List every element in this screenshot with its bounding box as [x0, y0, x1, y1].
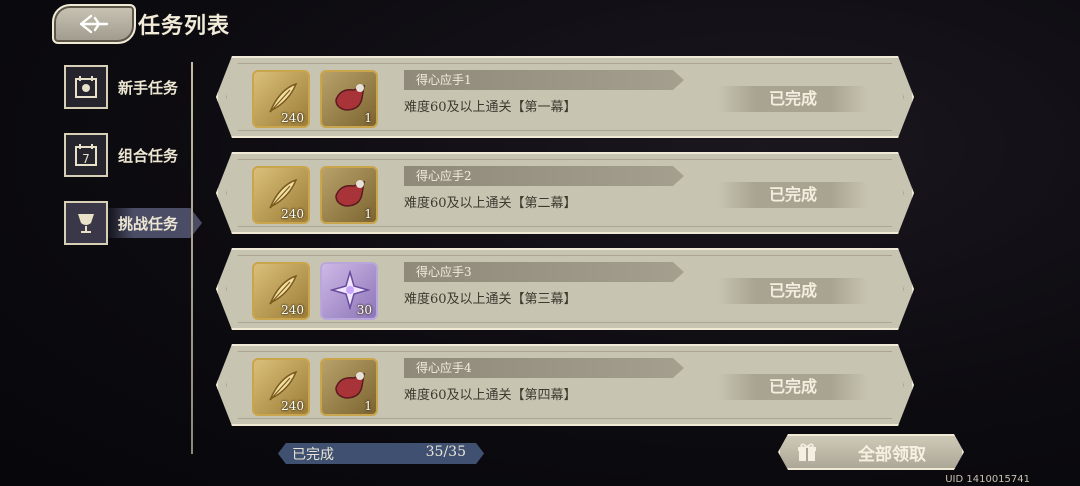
reward-count: 240 — [281, 399, 304, 413]
user-id-label: UID 1410015741 — [945, 474, 1030, 485]
reward-slot[interactable]: 1 — [320, 70, 378, 128]
reward-slot[interactable]: 30 — [320, 262, 378, 320]
sidebar-divider — [191, 62, 193, 454]
sidebar-item-combo-tasks[interactable]: 7 组合任务 — [64, 132, 204, 178]
task-description: 难度60及以上通关【第一幕】 — [404, 100, 577, 115]
claim-all-label: 全部领取 — [858, 444, 926, 465]
progress-count: 35/35 — [425, 444, 466, 460]
task-name: 得心应手1 — [404, 70, 684, 90]
calendar-sun-icon — [64, 65, 108, 109]
task-card: 240 30 得心应手3 难度60及以上通关【第三幕】 已完成 — [216, 248, 914, 330]
task-description: 难度60及以上通关【第四幕】 — [404, 388, 577, 403]
reward-slot[interactable]: 1 — [320, 166, 378, 224]
gift-icon — [796, 441, 818, 463]
task-description: 难度60及以上通关【第三幕】 — [404, 292, 577, 307]
sidebar-item-label: 组合任务 — [118, 146, 179, 165]
sidebar-item-label: 新手任务 — [118, 78, 179, 97]
task-status-completed: 已完成 — [718, 182, 868, 208]
task-status-completed: 已完成 — [718, 278, 868, 304]
task-card: 240 1 得心应手2 难度60及以上通关【第二幕】 已完成 — [216, 152, 914, 234]
reward-count: 240 — [281, 111, 304, 125]
sidebar-item-label: 挑战任务 — [118, 214, 179, 233]
svg-text:7: 7 — [82, 152, 90, 166]
back-button[interactable] — [52, 4, 136, 44]
task-name: 得心应手4 — [404, 358, 684, 378]
calendar-7-icon: 7 — [64, 133, 108, 177]
back-arrow-icon — [79, 14, 109, 34]
task-name: 得心应手3 — [404, 262, 684, 282]
task-status-completed: 已完成 — [718, 374, 868, 400]
reward-slot[interactable]: 240 — [252, 166, 310, 224]
task-status-completed: 已完成 — [718, 86, 868, 112]
completion-progress-bar: 已完成 35/35 — [278, 443, 484, 464]
page-title: 任务列表 — [138, 13, 231, 39]
reward-count: 1 — [364, 111, 372, 125]
progress-label: 已完成 — [292, 447, 334, 463]
sidebar-item-newbie-tasks[interactable]: 新手任务 — [64, 64, 204, 110]
reward-count: 1 — [364, 207, 372, 221]
reward-count: 240 — [281, 207, 304, 221]
task-description: 难度60及以上通关【第二幕】 — [404, 196, 577, 211]
reward-slot[interactable]: 1 — [320, 358, 378, 416]
task-name: 得心应手2 — [404, 166, 684, 186]
reward-slot[interactable]: 240 — [252, 262, 310, 320]
reward-count: 1 — [364, 399, 372, 413]
reward-count: 30 — [356, 303, 372, 317]
task-card: 240 1 得心应手4 难度60及以上通关【第四幕】 已完成 — [216, 344, 914, 426]
reward-slot[interactable]: 240 — [252, 358, 310, 416]
sidebar-item-challenge-tasks[interactable]: 挑战任务 — [64, 200, 204, 246]
reward-count: 240 — [281, 303, 304, 317]
reward-slot[interactable]: 240 — [252, 70, 310, 128]
task-card: 240 1 得心应手1 难度60及以上通关【第一幕】 已完成 — [216, 56, 914, 138]
trophy-cup-icon — [64, 201, 108, 245]
claim-all-button[interactable]: 全部领取 — [778, 434, 964, 470]
